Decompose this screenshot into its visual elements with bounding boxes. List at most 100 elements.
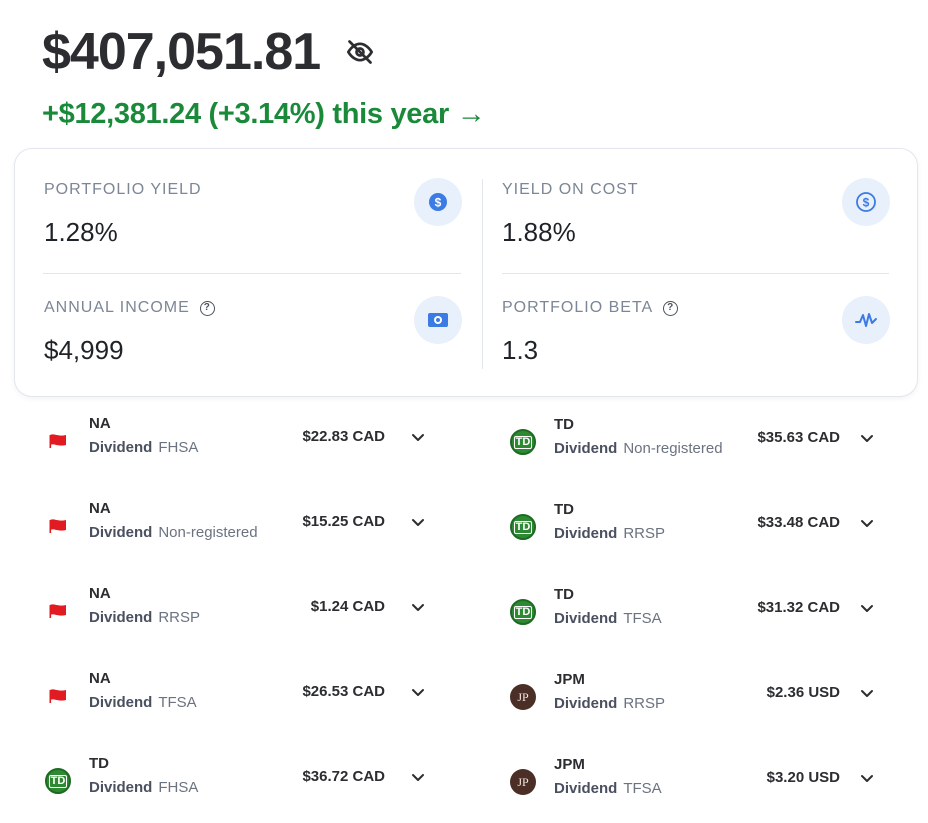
annual-income-stat: ANNUAL INCOME ? $4,999 (44, 298, 215, 365)
annual-income-label-row: ANNUAL INCOME ? (44, 298, 215, 318)
yield-on-cost-label: YIELD ON COST (502, 181, 639, 198)
portfolio-beta-icon-badge (842, 296, 890, 344)
chevron-down-icon (412, 603, 424, 611)
holding-subline: Dividend FHSA (89, 438, 198, 458)
chevron-down-icon (412, 433, 424, 441)
stats-vertical-divider (482, 179, 483, 369)
holding-amount: $3.20 USD (766, 769, 840, 786)
holding-subline: Dividend Non-registered (89, 523, 258, 543)
holding-type: Dividend (89, 524, 153, 541)
portfolio-yield-icon-badge: $ (414, 178, 462, 226)
holding-account: TFSA (623, 780, 662, 797)
holding-amount: $26.53 CAD (302, 683, 385, 700)
expand-holding-button[interactable] (858, 599, 876, 617)
holding-row[interactable]: NA Dividend FHSA $22.83 CAD (45, 414, 429, 470)
holding-subline: Dividend TFSA (89, 693, 197, 713)
expand-holding-button[interactable] (409, 768, 427, 786)
holding-row[interactable]: NA Dividend TFSA $26.53 CAD (45, 669, 429, 725)
help-circle-icon[interactable]: ? (199, 300, 215, 316)
holding-amount: $36.72 CAD (302, 768, 385, 785)
chevron-down-icon (861, 774, 873, 782)
holding-amount: $35.63 CAD (757, 429, 840, 446)
expand-holding-button[interactable] (409, 513, 427, 531)
holding-ticker: TD (554, 416, 574, 433)
holding-amount: $31.32 CAD (757, 599, 840, 616)
holding-amount: $1.24 CAD (310, 598, 385, 615)
chevron-down-icon (412, 518, 424, 526)
expand-holding-button[interactable] (858, 769, 876, 787)
yield-on-cost-value: 1.88% (502, 217, 576, 247)
holding-type: Dividend (554, 525, 618, 542)
holding-account: FHSA (158, 779, 199, 796)
svg-text:$: $ (435, 196, 442, 210)
na-flag-logo (45, 683, 71, 709)
portfolio-total-value: $407,051.81 (42, 23, 321, 81)
holding-amount: $22.83 CAD (302, 428, 385, 445)
expand-holding-button[interactable] (409, 683, 427, 701)
chevron-down-icon (861, 604, 873, 612)
yearly-change-link[interactable]: +$12,381.24 (+3.14%) this year → (42, 96, 486, 132)
holding-type: Dividend (89, 779, 153, 796)
holding-row[interactable]: NA Dividend Non-registered $15.25 CAD (45, 499, 429, 555)
td-logo-text: TD (48, 774, 68, 788)
holding-type: Dividend (554, 695, 618, 712)
td-logo: TD (510, 514, 536, 540)
jpm-logo: JP (510, 769, 536, 795)
holding-ticker: TD (554, 586, 574, 603)
portfolio-stats-card: PORTFOLIO YIELD 1.28% $ YIELD ON COST 1.… (14, 148, 918, 397)
chevron-down-icon (412, 688, 424, 696)
yield-on-cost-stat: YIELD ON COST 1.88% (502, 180, 639, 247)
holding-row[interactable]: TD TD Dividend RRSP $33.48 CAD (510, 500, 878, 556)
holding-subline: Dividend TFSA (554, 779, 662, 799)
holding-ticker: TD (89, 755, 109, 772)
holding-row[interactable]: TD TD Dividend FHSA $36.72 CAD (45, 754, 429, 810)
holding-type: Dividend (89, 609, 153, 626)
annual-income-value: $4,999 (44, 335, 124, 365)
holding-row[interactable]: NA Dividend RRSP $1.24 CAD (45, 584, 429, 640)
holding-row[interactable]: JP JPM Dividend TFSA $3.20 USD (510, 755, 878, 811)
td-logo: TD (510, 429, 536, 455)
expand-holding-button[interactable] (409, 598, 427, 616)
holding-account: FHSA (158, 439, 199, 456)
expand-holding-button[interactable] (858, 429, 876, 447)
portfolio-yield-label: PORTFOLIO YIELD (44, 181, 202, 198)
annual-income-label: ANNUAL INCOME (44, 299, 190, 316)
help-circle-icon[interactable]: ? (663, 300, 679, 316)
holding-subline: Dividend TFSA (554, 609, 662, 629)
holding-type: Dividend (89, 694, 153, 711)
holding-amount: $15.25 CAD (302, 513, 385, 530)
td-logo-text: TD (513, 435, 533, 449)
chevron-down-icon (861, 434, 873, 442)
chevron-down-icon (861, 689, 873, 697)
holding-account: TFSA (623, 610, 662, 627)
portfolio-beta-value: 1.3 (502, 335, 539, 365)
holding-subline: Dividend RRSP (89, 608, 200, 628)
expand-holding-button[interactable] (858, 684, 876, 702)
holding-ticker: NA (89, 670, 111, 687)
holding-row[interactable]: JP JPM Dividend RRSP $2.36 USD (510, 670, 878, 726)
svg-text:$: $ (863, 196, 870, 210)
yield-on-cost-icon-badge: $ (842, 178, 890, 226)
chevron-down-icon (861, 519, 873, 527)
jpm-logo: JP (510, 684, 536, 710)
holding-account: RRSP (158, 609, 201, 626)
na-flag-logo (45, 598, 71, 624)
holding-ticker: NA (89, 500, 111, 517)
holding-subline: Dividend RRSP (554, 524, 665, 544)
pulse-wave-icon (855, 313, 877, 327)
holding-ticker: JPM (554, 671, 585, 688)
expand-holding-button[interactable] (409, 428, 427, 446)
holding-amount: $2.36 USD (766, 684, 840, 701)
holding-row[interactable]: TD TD Dividend Non-registered $35.63 CAD (510, 415, 878, 471)
hide-balance-button[interactable] (344, 36, 376, 68)
expand-holding-button[interactable] (858, 514, 876, 532)
holding-row[interactable]: TD TD Dividend TFSA $31.32 CAD (510, 585, 878, 641)
holding-ticker: TD (554, 501, 574, 518)
holding-ticker: JPM (554, 756, 585, 773)
annual-income-icon-badge (414, 296, 462, 344)
holding-subline: Dividend Non-registered (554, 439, 723, 459)
na-flag-logo (45, 428, 71, 454)
portfolio-beta-label-row: PORTFOLIO BETA ? (502, 298, 679, 318)
cash-icon (428, 313, 448, 327)
holding-ticker: NA (89, 415, 111, 432)
